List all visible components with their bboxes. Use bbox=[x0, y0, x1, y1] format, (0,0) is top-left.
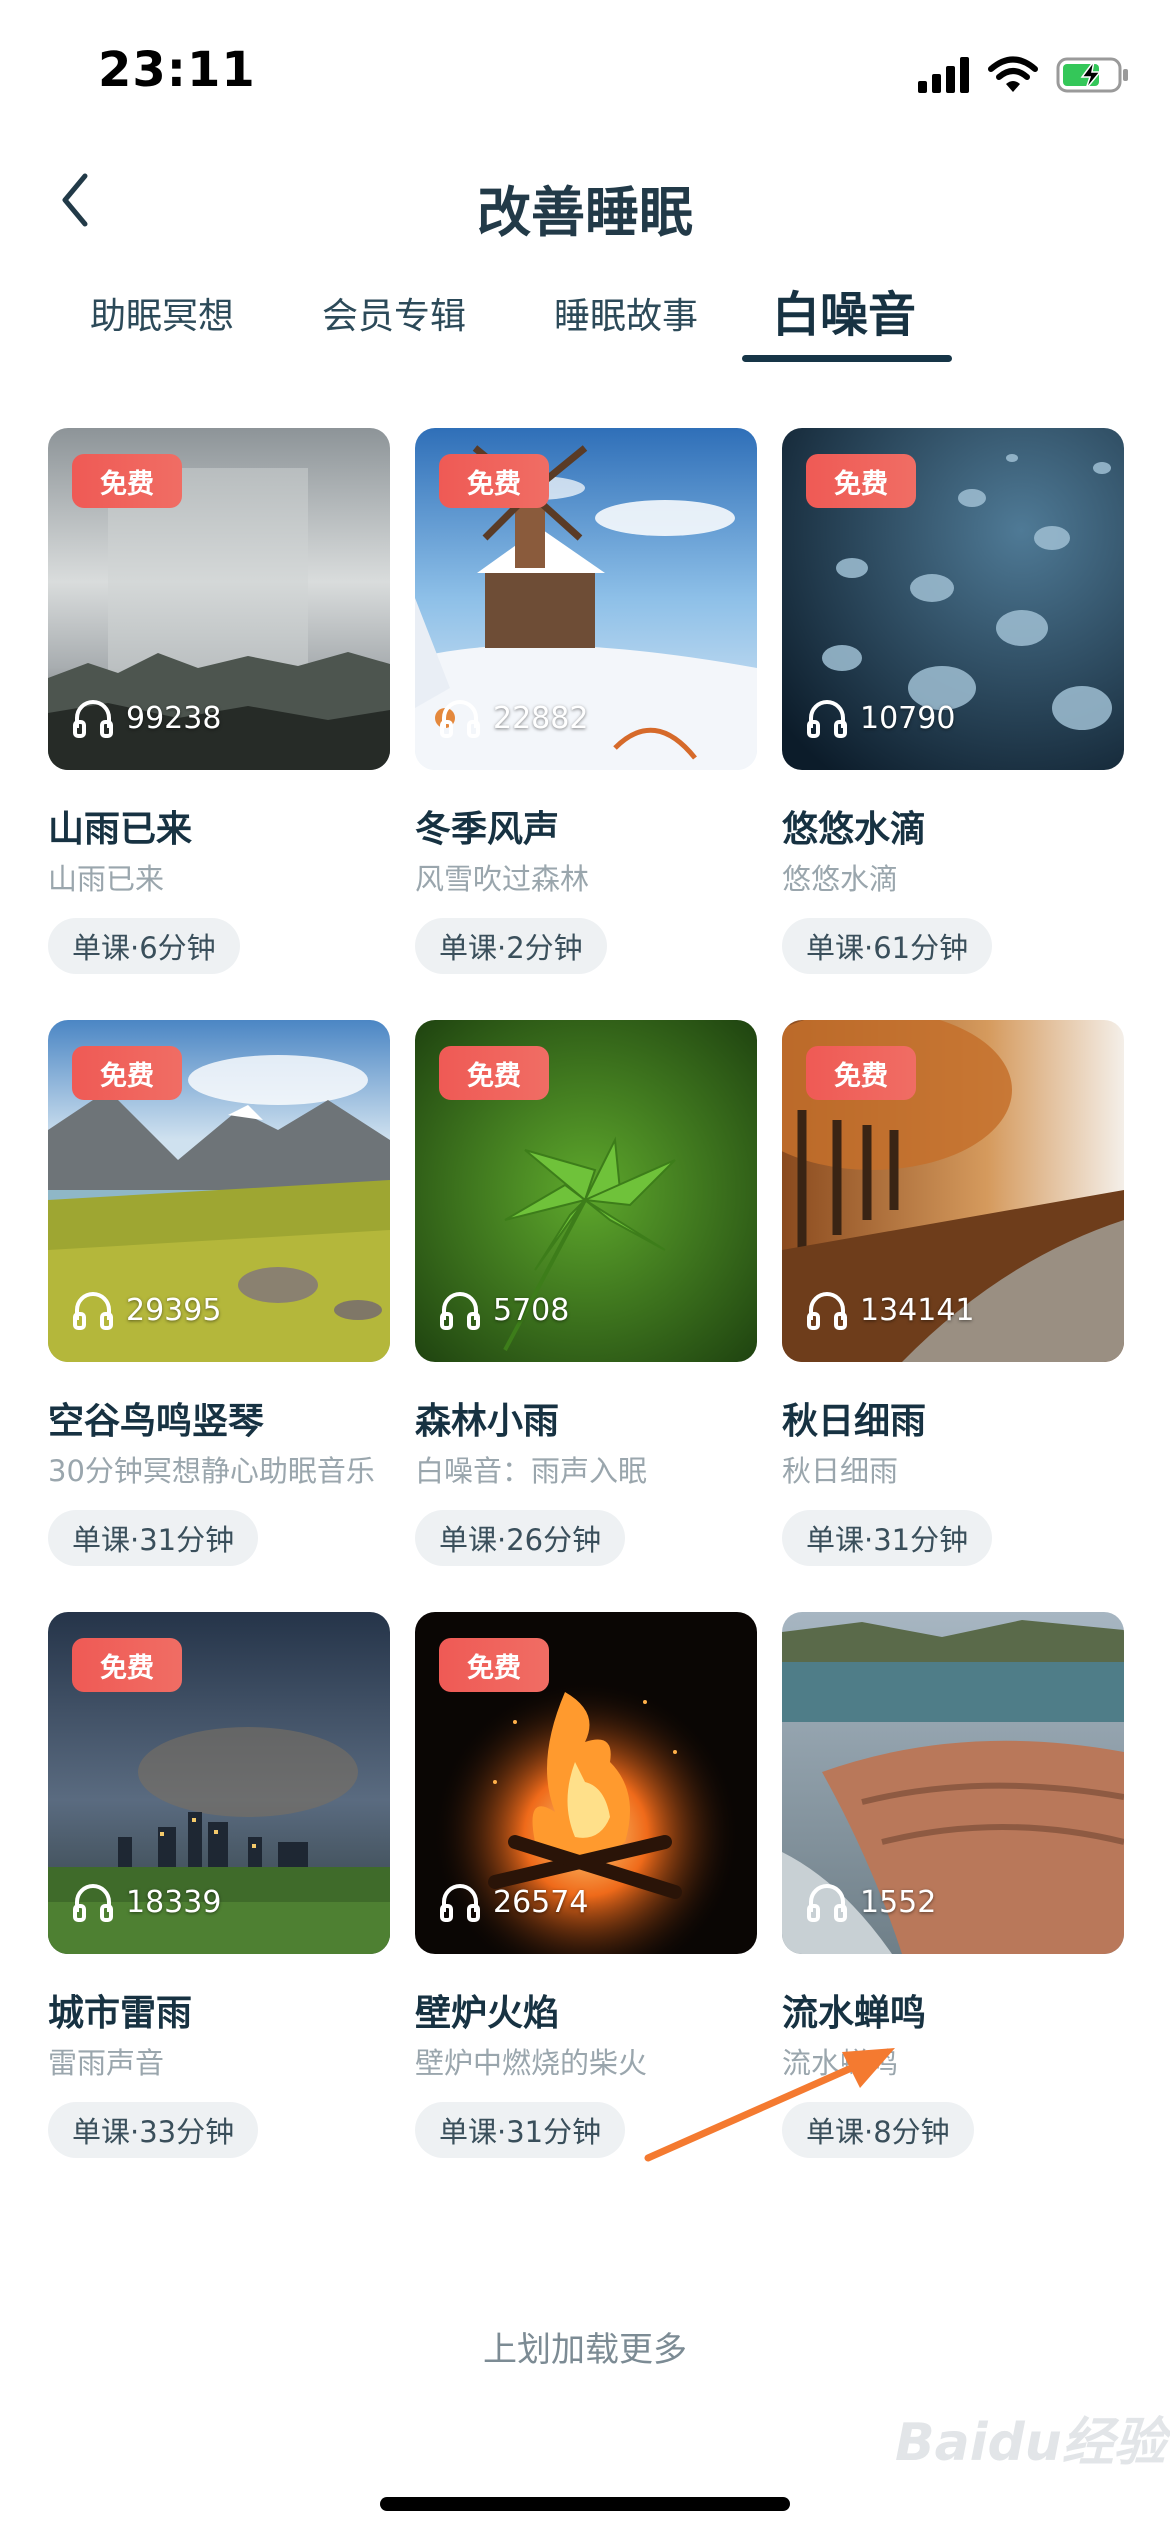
free-badge: 免费 bbox=[439, 1046, 549, 1100]
wifi-icon bbox=[988, 56, 1038, 92]
headphones-icon bbox=[73, 1884, 113, 1922]
duration-pill: 单课·6分钟 bbox=[48, 918, 240, 974]
free-badge: 免费 bbox=[806, 1046, 916, 1100]
card-subtitle: 秋日细雨 bbox=[782, 1454, 899, 1488]
play-count-value: 29395 bbox=[126, 1292, 222, 1328]
play-count: 99238 bbox=[72, 696, 221, 740]
free-badge: 免费 bbox=[72, 454, 182, 508]
audio-card[interactable]: 免费 29395 空谷鸟鸣竖琴 30分钟冥想静心助眠音乐 单课·31分钟 bbox=[48, 1020, 390, 1620]
card-title: 秋日细雨 bbox=[782, 1401, 927, 1442]
card-subtitle: 30分钟冥想静心助眠音乐 bbox=[48, 1454, 375, 1488]
play-count: 1552 bbox=[806, 1880, 936, 1924]
play-count-value: 22882 bbox=[493, 700, 589, 736]
duration-pill: 单课·26分钟 bbox=[415, 1510, 626, 1566]
audio-card[interactable]: 免费 26574 壁炉火焰 壁炉中燃烧的柴火 单课·31分钟 bbox=[415, 1612, 757, 2212]
card-subtitle: 雷雨声音 bbox=[48, 2046, 165, 2080]
play-count: 134141 bbox=[806, 1288, 975, 1332]
nav-bar: 改善睡眠 bbox=[0, 150, 1170, 250]
duration-pill: 单课·2分钟 bbox=[415, 918, 607, 974]
card-title: 冬季风声 bbox=[415, 809, 560, 850]
headphones-icon bbox=[73, 1292, 113, 1330]
card-subtitle: 流水蝉鸣 bbox=[782, 2046, 899, 2080]
card-subtitle: 悠悠水滴 bbox=[782, 862, 899, 896]
card-title: 森林小雨 bbox=[415, 1401, 560, 1442]
play-count-value: 18339 bbox=[126, 1884, 222, 1920]
status-icons bbox=[918, 50, 1130, 100]
card-subtitle: 壁炉中燃烧的柴火 bbox=[415, 2046, 648, 2080]
card-thumbnail[interactable]: 1552 bbox=[782, 1612, 1124, 1954]
free-badge: 免费 bbox=[806, 454, 916, 508]
headphones-icon bbox=[807, 1884, 847, 1922]
play-count-value: 134141 bbox=[860, 1292, 975, 1328]
active-tab-indicator bbox=[742, 355, 952, 362]
card-subtitle: 白噪音：雨声入眠 bbox=[415, 1454, 648, 1488]
tab-sleep-stories[interactable]: 睡眠故事 bbox=[554, 287, 698, 339]
card-thumbnail[interactable]: 免费 134141 bbox=[782, 1020, 1124, 1362]
status-time: 23:11 bbox=[98, 42, 256, 98]
card-title: 空谷鸟鸣竖琴 bbox=[48, 1401, 265, 1442]
play-count: 5708 bbox=[439, 1288, 569, 1332]
audio-card[interactable]: 免费 134141 秋日细雨 秋日细雨 单课·31分钟 bbox=[782, 1020, 1124, 1620]
free-badge: 免费 bbox=[439, 1638, 549, 1692]
headphones-icon bbox=[440, 700, 480, 738]
card-thumbnail[interactable]: 免费 5708 bbox=[415, 1020, 757, 1362]
card-thumbnail[interactable]: 免费 29395 bbox=[48, 1020, 390, 1362]
headphones-icon bbox=[807, 1292, 847, 1330]
free-badge: 免费 bbox=[72, 1046, 182, 1100]
card-title: 壁炉火焰 bbox=[415, 1993, 560, 2034]
play-count-value: 99238 bbox=[126, 700, 222, 736]
audio-card[interactable]: 免费 22882 冬季风声 风雪吹过森林 单课·2分钟 bbox=[415, 428, 757, 1028]
free-badge: 免费 bbox=[72, 1638, 182, 1692]
card-title: 悠悠水滴 bbox=[782, 809, 927, 850]
duration-pill: 单课·31分钟 bbox=[48, 1510, 259, 1566]
duration-pill: 单课·61分钟 bbox=[782, 918, 993, 974]
play-count: 22882 bbox=[439, 696, 588, 740]
audio-card[interactable]: 免费 5708 森林小雨 白噪音：雨声入眠 单课·26分钟 bbox=[415, 1020, 757, 1620]
audio-card[interactable]: 免费 10790 悠悠水滴 悠悠水滴 单课·61分钟 bbox=[782, 428, 1124, 1028]
duration-pill: 单课·8分钟 bbox=[782, 2102, 974, 2158]
headphones-icon bbox=[440, 1292, 480, 1330]
play-count: 18339 bbox=[72, 1880, 221, 1924]
card-thumbnail[interactable]: 免费 22882 bbox=[415, 428, 757, 770]
watermark-logo: Baidu经验 bbox=[895, 2413, 1166, 2473]
category-tabs: 助眠冥想 会员专辑 睡眠故事 白噪音 bbox=[0, 275, 1170, 370]
page-title: 改善睡眠 bbox=[477, 181, 693, 244]
duration-pill: 单课·31分钟 bbox=[782, 1510, 993, 1566]
play-count-value: 10790 bbox=[860, 700, 956, 736]
tab-member-albums[interactable]: 会员专辑 bbox=[322, 287, 466, 339]
card-thumbnail[interactable]: 免费 26574 bbox=[415, 1612, 757, 1954]
status-bar: 23:11 bbox=[0, 0, 1170, 140]
free-badge: 免费 bbox=[439, 454, 549, 508]
duration-pill: 单课·31分钟 bbox=[415, 2102, 626, 2158]
headphones-icon bbox=[73, 700, 113, 738]
play-count: 29395 bbox=[72, 1288, 221, 1332]
audio-card[interactable]: 免费 99238 山雨已来 山雨已来 单课·6分钟 bbox=[48, 428, 390, 1028]
load-more-hint: 上划加载更多 bbox=[483, 2330, 687, 2370]
play-count-value: 26574 bbox=[493, 1884, 589, 1920]
tab-white-noise[interactable]: 白噪音 bbox=[772, 275, 916, 345]
card-title: 城市雷雨 bbox=[48, 1993, 193, 2034]
headphones-icon bbox=[807, 700, 847, 738]
audio-card[interactable]: 1552 流水蝉鸣 流水蝉鸣 单课·8分钟 bbox=[782, 1612, 1124, 2212]
card-title: 山雨已来 bbox=[48, 809, 193, 850]
card-thumbnail[interactable]: 免费 10790 bbox=[782, 428, 1124, 770]
card-subtitle: 风雪吹过森林 bbox=[415, 862, 590, 896]
audio-card[interactable]: 免费 18339 城市雷雨 雷雨声音 单课·33分钟 bbox=[48, 1612, 390, 2212]
card-thumbnail[interactable]: 免费 18339 bbox=[48, 1612, 390, 1954]
tab-meditation[interactable]: 助眠冥想 bbox=[90, 287, 234, 339]
battery-charging-icon bbox=[1056, 57, 1128, 93]
card-title: 流水蝉鸣 bbox=[782, 1993, 927, 2034]
play-count: 26574 bbox=[439, 1880, 588, 1924]
cellular-signal-icon bbox=[918, 57, 969, 93]
card-subtitle: 山雨已来 bbox=[48, 862, 165, 896]
duration-pill: 单课·33分钟 bbox=[48, 2102, 259, 2158]
play-count-value: 5708 bbox=[493, 1292, 570, 1328]
home-indicator[interactable] bbox=[380, 2497, 790, 2511]
card-thumbnail[interactable]: 免费 99238 bbox=[48, 428, 390, 770]
play-count: 10790 bbox=[806, 696, 955, 740]
play-count-value: 1552 bbox=[860, 1884, 937, 1920]
headphones-icon bbox=[440, 1884, 480, 1922]
